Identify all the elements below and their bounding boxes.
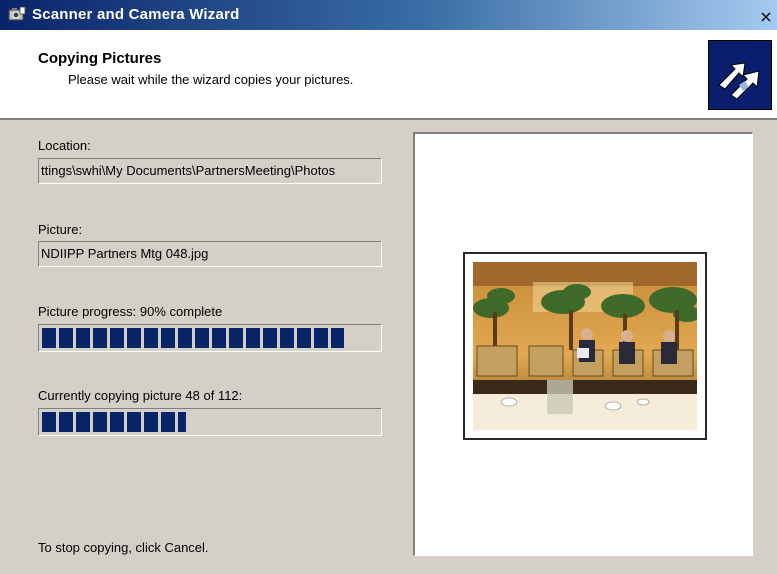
camera-wizard-icon — [8, 6, 26, 21]
title-bar[interactable]: Scanner and Camera Wizard × — [0, 0, 777, 30]
overall-progress-bar — [38, 408, 382, 436]
cancel-hint: To stop copying, click Cancel. — [38, 540, 209, 555]
close-button[interactable]: × — [755, 8, 777, 26]
picture-label: Picture: — [38, 222, 83, 237]
picture-progress-fill — [42, 328, 345, 348]
location-label: Location: — [38, 138, 91, 153]
scanner-camera-wizard-window: Scanner and Camera Wizard × Copying Pict… — [0, 0, 777, 574]
page-title: Copying Pictures — [38, 50, 162, 67]
page-subtitle: Please wait while the wizard copies your… — [68, 72, 354, 87]
preview-panel — [413, 132, 753, 556]
picture-field: NDIIPP Partners Mtg 048.jpg — [38, 241, 382, 267]
overall-progress-label: Currently copying picture 48 of 112: — [38, 388, 243, 403]
location-field: ttings\swhi\My Documents\PartnersMeeting… — [38, 158, 382, 184]
wizard-header: Copying Pictures Please wait while the w… — [0, 30, 777, 120]
overall-progress-fill — [42, 412, 186, 432]
wizard-arrows-icon — [708, 40, 772, 110]
photo-thumbnail — [473, 262, 697, 430]
window-title: Scanner and Camera Wizard — [32, 6, 240, 23]
photo-frame — [463, 252, 707, 440]
picture-progress-bar — [38, 324, 382, 352]
picture-progress-label: Picture progress: 90% complete — [38, 304, 223, 319]
